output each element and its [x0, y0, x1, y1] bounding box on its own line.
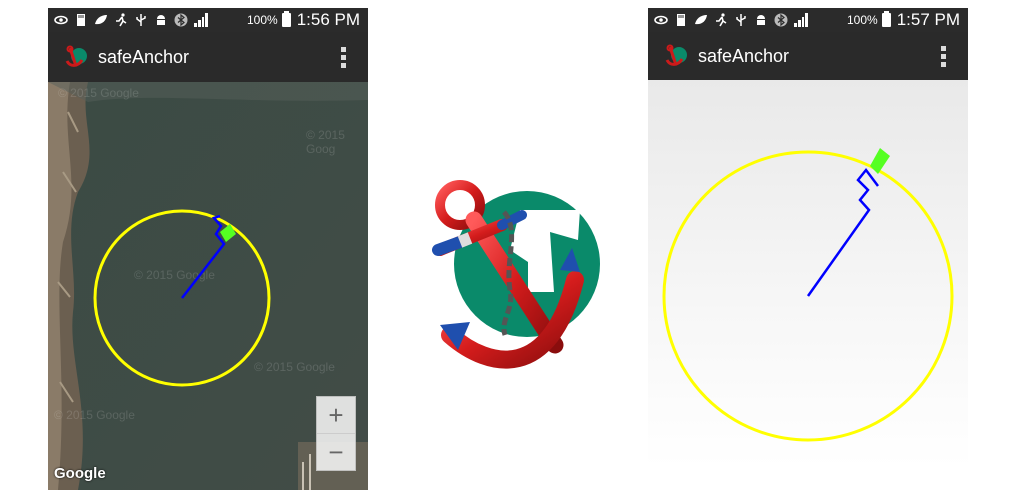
eye-icon: [54, 13, 68, 27]
app-title: safeAnchor: [98, 46, 190, 67]
anchor-overlay: [662, 148, 954, 442]
android-icon: [754, 13, 768, 27]
safeanchor-logo-icon: [430, 170, 610, 375]
app-title: safeAnchor: [698, 45, 790, 66]
battery-icon: [881, 11, 891, 27]
zoom-out-button[interactable]: −: [317, 433, 355, 470]
boat-track-line: [181, 214, 226, 299]
sd-card-icon: [674, 13, 688, 27]
eye-icon: [654, 13, 668, 27]
satellite-map[interactable]: © 2015 Google © 2015 Goog © 2015 Google …: [48, 82, 368, 490]
leaf-icon: [94, 13, 108, 27]
boat-marker: [870, 148, 890, 174]
battery-percent: 100%: [846, 13, 878, 27]
status-bar: 100% 1:57 PM: [648, 8, 968, 32]
safeanchor-app-icon[interactable]: [64, 45, 88, 69]
status-bar: 100% 1:56 PM: [48, 8, 368, 32]
safeanchor-app-icon[interactable]: [664, 44, 688, 68]
right-phone-screen: 100% 1:57 PM safeAnchor: [648, 8, 968, 468]
android-icon: [154, 13, 168, 27]
zoom-in-button[interactable]: +: [317, 397, 355, 433]
overflow-menu-icon[interactable]: [328, 42, 358, 72]
signal-icon: [794, 13, 808, 27]
zoom-controls: + −: [316, 396, 356, 471]
google-attribution[interactable]: Google: [54, 465, 106, 482]
boat-track-line: [806, 167, 879, 297]
usb-icon: [734, 13, 748, 27]
battery-percent: 100%: [246, 13, 278, 27]
status-time: 1:57 PM: [896, 10, 960, 29]
running-icon: [714, 13, 728, 27]
status-time: 1:56 PM: [296, 10, 360, 29]
left-phone-screen: 100% 1:56 PM safeAnchor © 2015 Google © …: [48, 8, 368, 490]
overflow-menu-icon[interactable]: [928, 41, 958, 71]
action-bar: safeAnchor: [648, 32, 968, 80]
leaf-icon: [694, 13, 708, 27]
battery-icon: [281, 11, 291, 27]
usb-icon: [134, 13, 148, 27]
bluetooth-icon: [774, 13, 788, 27]
signal-icon: [194, 13, 208, 27]
anchor-canvas[interactable]: [648, 80, 968, 468]
action-bar: safeAnchor: [48, 32, 368, 82]
bluetooth-icon: [174, 13, 188, 27]
sd-card-icon: [74, 13, 88, 27]
running-icon: [114, 13, 128, 27]
